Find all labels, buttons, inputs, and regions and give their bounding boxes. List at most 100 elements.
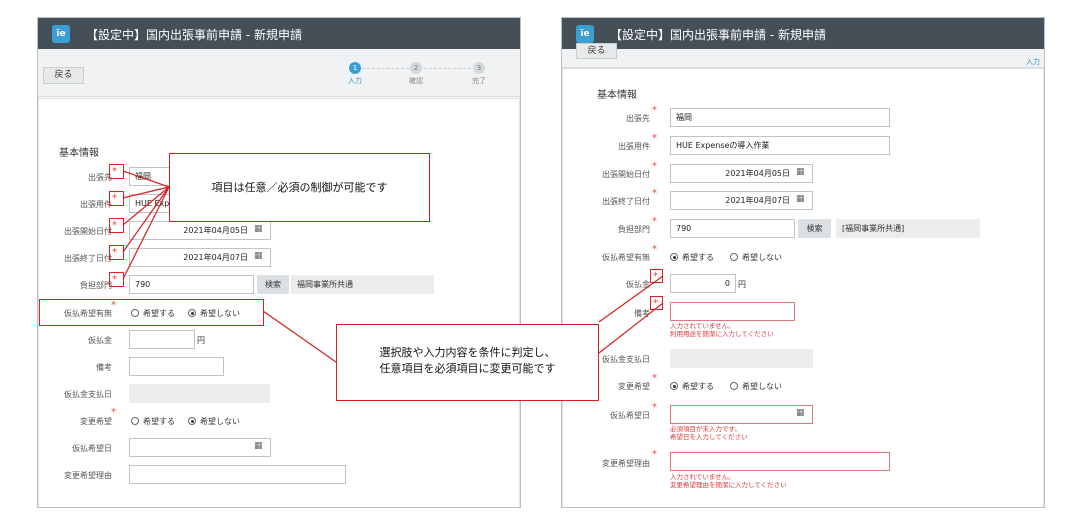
radio-change-yes[interactable]: 希望する	[131, 416, 175, 427]
label-destination: 出張先	[626, 114, 650, 123]
step-2: 2 確認	[409, 62, 423, 85]
calendar-icon[interactable]: ▦	[254, 441, 263, 451]
required-highlight: *	[650, 269, 663, 283]
department-name: 福岡事業所共通	[291, 275, 434, 294]
label-advance-date: 仮払希望日	[610, 411, 650, 420]
change-reason-error-2: 変更希望理由を簡潔に入力してください	[670, 481, 787, 489]
required-mark: *	[111, 407, 116, 418]
destination-input[interactable]: 福岡	[670, 108, 890, 127]
toolbar: 戻る 入力	[562, 43, 1044, 68]
required-highlight: *	[109, 245, 124, 260]
calendar-icon[interactable]: ▦	[796, 194, 805, 204]
required-mark: *	[652, 161, 657, 172]
advance-amount-input[interactable]	[129, 330, 195, 349]
required-mark: *	[652, 402, 657, 413]
label-department: 負担部門	[80, 281, 112, 290]
label-start-date: 出張開始日付	[602, 170, 650, 179]
label-end-date: 出張終了日付	[602, 197, 650, 206]
payment-date-field	[129, 384, 270, 403]
step-line	[424, 68, 471, 69]
back-button[interactable]: 戻る	[576, 43, 617, 59]
label-advance-amount: 仮払金	[88, 336, 112, 345]
end-date-input[interactable]: 2021年04月07日	[129, 248, 271, 267]
department-input[interactable]: 790	[670, 219, 795, 238]
required-highlight: *	[109, 191, 124, 206]
required-mark: *	[652, 449, 657, 460]
department-input[interactable]: 790	[129, 275, 254, 294]
advance-amount-input[interactable]: 0	[670, 274, 736, 293]
search-button[interactable]: 検索	[798, 219, 831, 238]
label-change-request: 変更希望	[618, 382, 650, 391]
required-highlight: *	[109, 272, 124, 287]
label-advance-request: 仮払希望有無	[602, 253, 650, 262]
start-date-input[interactable]: 2021年04月05日	[129, 221, 271, 240]
calendar-icon[interactable]: ▦	[796, 167, 805, 177]
required-mark: *	[652, 188, 657, 199]
yen-unit: 円	[197, 336, 205, 345]
calendar-icon[interactable]: ▦	[254, 224, 263, 234]
search-button[interactable]: 検索	[257, 275, 289, 294]
right-window: ĩе 【設定中】国内出張事前申請 - 新規申請 戻る 入力 基本情報 出張先 *…	[561, 17, 1045, 508]
window-title: 【設定中】国内出張事前申請 - 新規申請	[610, 28, 826, 42]
label-start-date: 出張開始日付	[64, 227, 112, 236]
calendar-icon[interactable]: ▦	[254, 251, 263, 261]
label-note: 備考	[634, 309, 650, 318]
purpose-input[interactable]: HUE Expenseの導入作業	[670, 136, 890, 155]
step-1: 1 入力	[348, 62, 362, 85]
step-line	[362, 68, 409, 69]
radio-change-no[interactable]: 希望しない	[188, 416, 240, 427]
change-reason-input[interactable]	[129, 465, 346, 484]
label-destination: 出張先	[88, 173, 112, 182]
start-date-input[interactable]: 2021年04月05日	[670, 164, 813, 183]
required-highlight: *	[109, 164, 124, 179]
yen-unit: 円	[738, 280, 746, 289]
label-payment-date: 仮払金支払日	[64, 390, 112, 399]
label-department: 負担部門	[618, 225, 650, 234]
label-advance-date: 仮払希望日	[72, 444, 112, 453]
back-button[interactable]: 戻る	[43, 67, 84, 84]
app-logo-icon: ĩе	[52, 25, 70, 43]
required-mark: *	[652, 373, 657, 384]
label-purpose: 出張用件	[618, 142, 650, 151]
label-change-reason: 変更希望理由	[64, 471, 112, 480]
section-title: 基本情報	[597, 90, 637, 101]
calendar-icon[interactable]: ▦	[796, 408, 805, 418]
title-bar: ĩе 【設定中】国内出張事前申請 - 新規申請	[562, 18, 1044, 49]
note-error-2: 利用用途を簡潔に入力してください	[670, 330, 774, 338]
radio-advance-yes[interactable]: 希望する	[670, 252, 714, 263]
window-title: 【設定中】国内出張事前申請 - 新規申請	[86, 28, 302, 42]
label-note: 備考	[96, 363, 112, 372]
radio-advance-no[interactable]: 希望しない	[730, 252, 782, 263]
radio-change-yes[interactable]: 希望する	[670, 381, 714, 392]
note-input[interactable]	[129, 357, 224, 376]
label-end-date: 出張終了日付	[64, 254, 112, 263]
app-logo-icon: ĩе	[576, 25, 594, 43]
advance-request-highlight	[39, 299, 264, 326]
end-date-input[interactable]: 2021年04月07日	[670, 191, 813, 210]
label-advance-amount: 仮払金	[626, 280, 650, 289]
required-mark: *	[652, 133, 657, 144]
radio-change-no[interactable]: 希望しない	[730, 381, 782, 392]
payment-date-field	[670, 349, 813, 368]
title-bar: ĩе 【設定中】国内出張事前申請 - 新規申請	[38, 18, 520, 49]
label-change-request: 変更希望	[80, 417, 112, 426]
label-change-reason: 変更希望理由	[602, 459, 650, 468]
callout-conditional-required: 選択肢や入力内容を条件に判定し、 任意項目を必須項目に変更可能です	[336, 324, 599, 401]
department-name: [福岡事業所共通]	[836, 219, 980, 238]
required-highlight: *	[650, 296, 663, 310]
toolbar: 戻る 1 入力 2 確認 3 完了	[38, 49, 520, 97]
label-purpose: 出張用件	[80, 200, 112, 209]
note-input[interactable]	[670, 302, 795, 321]
step-1: 入力	[1026, 58, 1040, 66]
left-window: ĩе 【設定中】国内出張事前申請 - 新規申請 戻る 1 入力 2 確認 3 完了 基…	[37, 17, 521, 508]
advance-date-error-2: 希望日を入力してください	[670, 433, 748, 441]
required-mark: *	[652, 244, 657, 255]
label-payment-date: 仮払金支払日	[602, 355, 650, 364]
section-title: 基本情報	[59, 148, 99, 159]
required-mark: *	[652, 105, 657, 116]
required-mark: *	[652, 216, 657, 227]
required-highlight: *	[109, 218, 124, 233]
advance-date-input[interactable]	[670, 405, 813, 424]
advance-date-input[interactable]	[129, 438, 271, 457]
change-reason-input[interactable]	[670, 452, 890, 471]
